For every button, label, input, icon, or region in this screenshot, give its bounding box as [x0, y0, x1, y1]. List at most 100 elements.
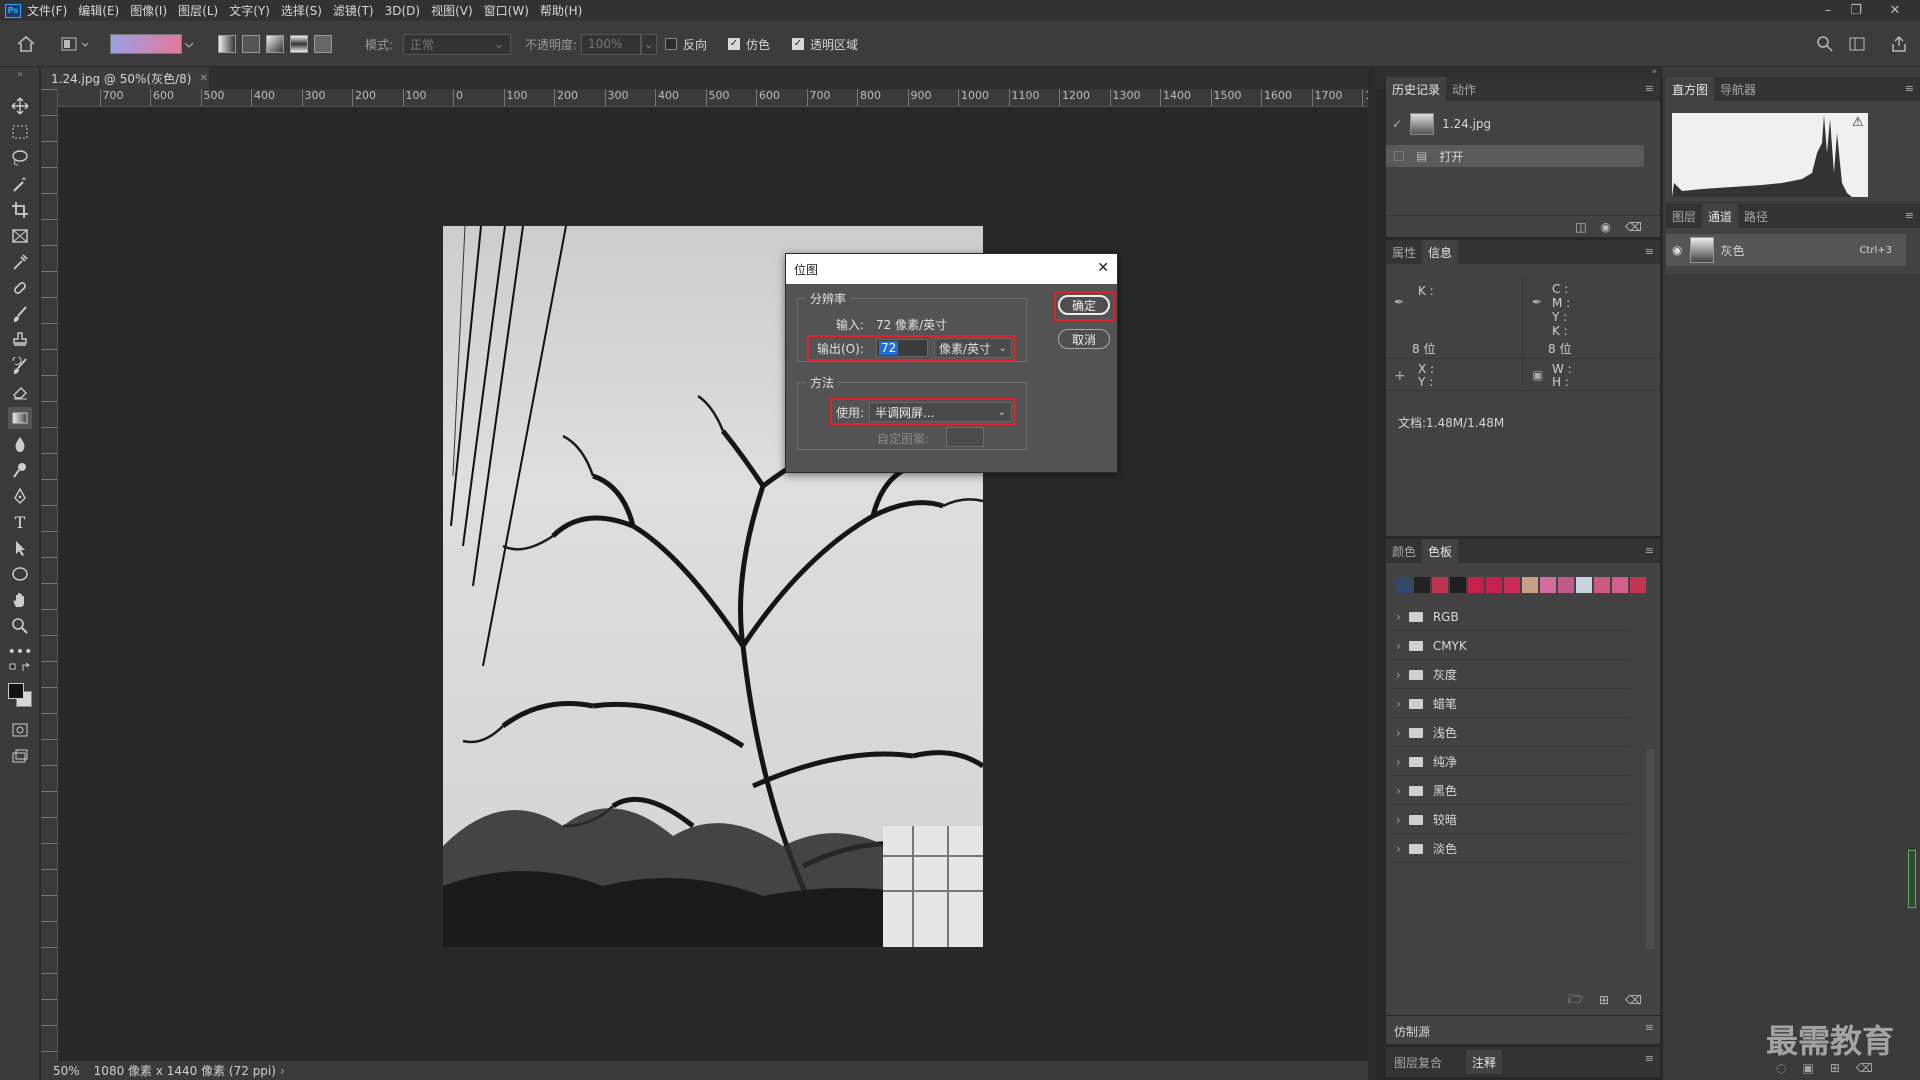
tab-navigator[interactable]: 导航器 [1714, 77, 1762, 101]
swatch-folder[interactable]: › CMYK [1390, 632, 1630, 660]
chevron-right-icon[interactable]: › [1396, 639, 1401, 653]
share-icon[interactable] [1890, 33, 1908, 55]
brush-tool-icon[interactable] [8, 303, 32, 325]
more-tools-icon[interactable]: ••• [8, 641, 33, 663]
eyedropper-tool-icon[interactable] [8, 251, 32, 273]
new-document-from-state-icon[interactable]: ◫ [1575, 220, 1586, 234]
collapse-panels-icon[interactable]: » [1375, 67, 1663, 77]
ellipse-tool-icon[interactable] [8, 563, 32, 585]
menu-select[interactable]: 选择(S) [281, 2, 322, 19]
tab-layer-comps[interactable]: 图层复合 [1388, 1050, 1448, 1074]
history-item[interactable]: ▤ 打开 [1386, 145, 1644, 167]
menu-view[interactable]: 视图(V) [431, 2, 473, 19]
radial-gradient-icon[interactable] [242, 35, 260, 53]
tab-info[interactable]: 信息 [1422, 240, 1459, 264]
panel-menu-icon[interactable]: ≡ [1645, 1053, 1654, 1064]
clone-stamp-tool-icon[interactable] [8, 329, 32, 351]
panel-menu-icon[interactable]: ≡ [1645, 246, 1654, 257]
color-swatch[interactable] [1432, 577, 1448, 593]
swatch-folder[interactable]: › 浅色 [1390, 719, 1630, 747]
eye-icon[interactable]: ◉ [1672, 243, 1682, 257]
zoom-tool-icon[interactable] [8, 615, 32, 637]
menu-file[interactable]: 文件(F) [27, 2, 67, 19]
chevron-right-icon[interactable]: › [1396, 784, 1401, 798]
color-swatch[interactable] [1576, 577, 1592, 593]
menu-image[interactable]: 图像(I) [130, 2, 167, 19]
method-dropdown[interactable]: 半调网屏... ⌄ [869, 402, 1012, 422]
document-dimensions[interactable]: 1080 像素 x 1440 像素 (72 ppi) [94, 1062, 276, 1079]
type-tool-icon[interactable]: T [8, 511, 32, 533]
save-selection-icon[interactable]: ▣ [1802, 1061, 1813, 1075]
color-swatch[interactable] [1522, 577, 1538, 593]
document-tab[interactable]: 1.24.jpg @ 50%(灰色/8) ✕ [41, 67, 209, 89]
color-swatch[interactable] [1540, 577, 1556, 593]
trash-icon[interactable]: ⌫ [1625, 220, 1642, 234]
output-resolution-input[interactable]: 72 [876, 339, 928, 357]
reverse-checkbox[interactable] [665, 38, 677, 50]
tab-channels[interactable]: 通道 [1702, 204, 1739, 228]
color-swatch[interactable] [1612, 577, 1628, 593]
load-selection-icon[interactable]: ◌ [1776, 1061, 1786, 1075]
color-swatch[interactable] [1504, 577, 1520, 593]
tool-preset-picker[interactable] [60, 33, 90, 55]
panel-menu-icon[interactable]: ≡ [1905, 210, 1914, 221]
search-icon[interactable] [1816, 33, 1834, 55]
chevron-right-icon[interactable]: › [1396, 726, 1401, 740]
color-swatch[interactable] [1396, 577, 1412, 593]
swatch-folder[interactable]: › RGB [1390, 603, 1630, 631]
marquee-tool-icon[interactable] [8, 121, 32, 143]
history-brush-tool-icon[interactable] [8, 355, 32, 377]
collapse-toolbar-icon[interactable]: » [8, 69, 32, 80]
output-unit-dropdown[interactable]: 像素/英寸 ⌄ [934, 338, 1012, 358]
swatch-folder[interactable]: › 黑色 [1390, 777, 1630, 805]
new-folder-icon[interactable]: 🗁 [1568, 990, 1583, 1011]
dither-checkbox[interactable]: ✓ [728, 38, 740, 50]
hand-tool-icon[interactable] [8, 589, 32, 611]
lasso-tool-icon[interactable] [8, 147, 32, 169]
channel-row[interactable]: ◉ 灰色 Ctrl+3 [1666, 234, 1906, 266]
trash-icon[interactable]: ⌫ [1856, 1061, 1873, 1075]
vertical-ruler[interactable] [41, 89, 58, 1061]
panel-menu-icon[interactable]: ≡ [1645, 83, 1654, 94]
tab-properties[interactable]: 属性 [1386, 240, 1422, 264]
chevron-right-icon[interactable]: › [1396, 842, 1401, 856]
chevron-right-icon[interactable]: › [1396, 610, 1401, 624]
pen-tool-icon[interactable] [8, 485, 32, 507]
menu-type[interactable]: 文字(Y) [229, 2, 270, 19]
panel-menu-icon[interactable]: ≡ [1645, 545, 1654, 556]
tab-actions[interactable]: 动作 [1446, 77, 1482, 101]
history-snapshot[interactable]: ✓ 1.24.jpg [1386, 109, 1660, 139]
tab-notes[interactable]: 注释 [1466, 1050, 1503, 1074]
healing-brush-tool-icon[interactable] [8, 277, 32, 299]
tab-histogram[interactable]: 直方图 [1666, 77, 1715, 101]
new-swatch-icon[interactable]: ⊞ [1599, 993, 1609, 1007]
scrollbar[interactable] [1646, 749, 1654, 949]
scroll-indicator[interactable] [1908, 850, 1916, 908]
swatch-folder[interactable]: › 纯净 [1390, 748, 1630, 776]
angle-gradient-icon[interactable] [266, 35, 284, 53]
home-icon[interactable] [16, 33, 36, 55]
eraser-tool-icon[interactable] [8, 381, 32, 403]
menu-3d[interactable]: 3D(D) [385, 4, 420, 18]
horizontal-ruler[interactable]: 0700600500400300200100010020030040050060… [58, 89, 1368, 107]
linear-gradient-icon[interactable] [218, 35, 236, 53]
ok-button[interactable]: 确定 [1058, 295, 1110, 315]
chevron-right-icon[interactable]: › [280, 1064, 285, 1078]
chevron-right-icon[interactable]: › [1396, 813, 1401, 827]
gradient-tool-icon[interactable] [8, 407, 32, 429]
frame-tool-icon[interactable] [8, 225, 32, 247]
color-swatch[interactable] [1486, 577, 1502, 593]
restore-icon[interactable]: ❐ [1841, 0, 1871, 21]
foreground-color[interactable] [8, 683, 24, 699]
menu-help[interactable]: 帮助(H) [540, 2, 582, 19]
history-state-checkbox[interactable] [1394, 151, 1404, 161]
warning-icon[interactable]: ⚠ [1852, 115, 1864, 130]
transparency-checkbox[interactable]: ✓ [792, 38, 804, 50]
color-swatch[interactable] [1414, 577, 1430, 593]
swatch-folder[interactable]: › 较暗 [1390, 806, 1630, 834]
gradient-picker[interactable] [110, 33, 196, 55]
swap-colors-icon[interactable] [8, 661, 32, 675]
tab-paths[interactable]: 路径 [1738, 204, 1774, 228]
swatch-folder[interactable]: › 灰度 [1390, 661, 1630, 689]
color-swatch[interactable] [1594, 577, 1610, 593]
